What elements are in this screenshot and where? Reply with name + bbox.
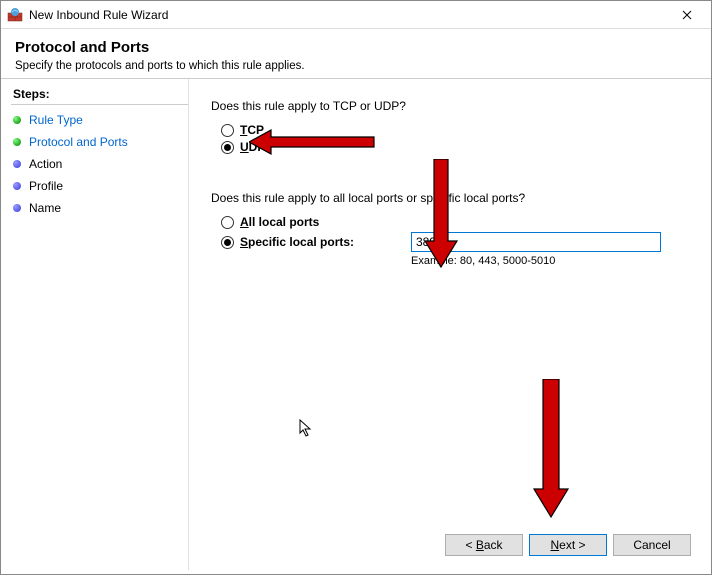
cursor-icon bbox=[299, 419, 315, 439]
steps-heading: Steps: bbox=[11, 87, 188, 105]
step-label: Protocol and Ports bbox=[29, 135, 128, 149]
step-bullet-icon bbox=[13, 138, 21, 146]
step-label: Name bbox=[29, 201, 61, 215]
radio-all-ports[interactable] bbox=[221, 216, 234, 229]
wizard-buttons: < Back Next > Cancel bbox=[445, 534, 691, 556]
radio-specific-ports-label: Specific local ports: bbox=[240, 235, 354, 249]
radio-all-ports-row[interactable]: All local ports bbox=[221, 215, 687, 229]
step-bullet-icon bbox=[13, 160, 21, 168]
step-label: Profile bbox=[29, 179, 63, 193]
step-rule-type[interactable]: Rule Type bbox=[11, 109, 188, 131]
step-bullet-icon bbox=[13, 182, 21, 190]
step-bullet-icon bbox=[13, 204, 21, 212]
radio-tcp-row[interactable]: TCP bbox=[221, 123, 687, 137]
wizard-header: Protocol and Ports Specify the protocols… bbox=[1, 29, 711, 79]
back-button[interactable]: < Back bbox=[445, 534, 523, 556]
radio-specific-ports-row[interactable]: Specific local ports: bbox=[221, 235, 401, 249]
radio-udp-label: UDP bbox=[240, 140, 265, 154]
specific-ports-input[interactable] bbox=[411, 232, 661, 252]
annotation-arrow-next bbox=[529, 379, 573, 519]
steps-sidebar: Steps: Rule Type Protocol and Ports Acti… bbox=[1, 79, 189, 570]
cancel-button[interactable]: Cancel bbox=[613, 534, 691, 556]
step-label: Action bbox=[29, 157, 62, 171]
page-subtitle: Specify the protocols and ports to which… bbox=[15, 60, 697, 72]
step-action[interactable]: Action bbox=[11, 153, 188, 175]
page-title: Protocol and Ports bbox=[15, 39, 697, 56]
titlebar: New Inbound Rule Wizard bbox=[1, 1, 711, 29]
wizard-body: Steps: Rule Type Protocol and Ports Acti… bbox=[1, 79, 711, 570]
ports-example: Example: 80, 443, 5000-5010 bbox=[411, 255, 687, 267]
step-label: Rule Type bbox=[29, 113, 83, 127]
radio-tcp[interactable] bbox=[221, 124, 234, 137]
wizard-content: Does this rule apply to TCP or UDP? TCP … bbox=[189, 79, 711, 570]
close-button[interactable] bbox=[667, 2, 707, 28]
radio-specific-ports[interactable] bbox=[221, 236, 234, 249]
radio-udp-row[interactable]: UDP bbox=[221, 140, 687, 154]
protocol-question: Does this rule apply to TCP or UDP? bbox=[211, 99, 687, 113]
wizard-window: New Inbound Rule Wizard Protocol and Por… bbox=[0, 0, 712, 575]
radio-tcp-label: TCP bbox=[240, 123, 264, 137]
radio-all-ports-label: All local ports bbox=[240, 215, 319, 229]
next-button[interactable]: Next > bbox=[529, 534, 607, 556]
firewall-icon bbox=[7, 7, 23, 23]
ports-question: Does this rule apply to all local ports … bbox=[211, 191, 687, 205]
step-protocol-and-ports[interactable]: Protocol and Ports bbox=[11, 131, 188, 153]
window-title: New Inbound Rule Wizard bbox=[29, 8, 667, 22]
step-bullet-icon bbox=[13, 116, 21, 124]
step-profile[interactable]: Profile bbox=[11, 175, 188, 197]
radio-udp[interactable] bbox=[221, 141, 234, 154]
step-name[interactable]: Name bbox=[11, 197, 188, 219]
